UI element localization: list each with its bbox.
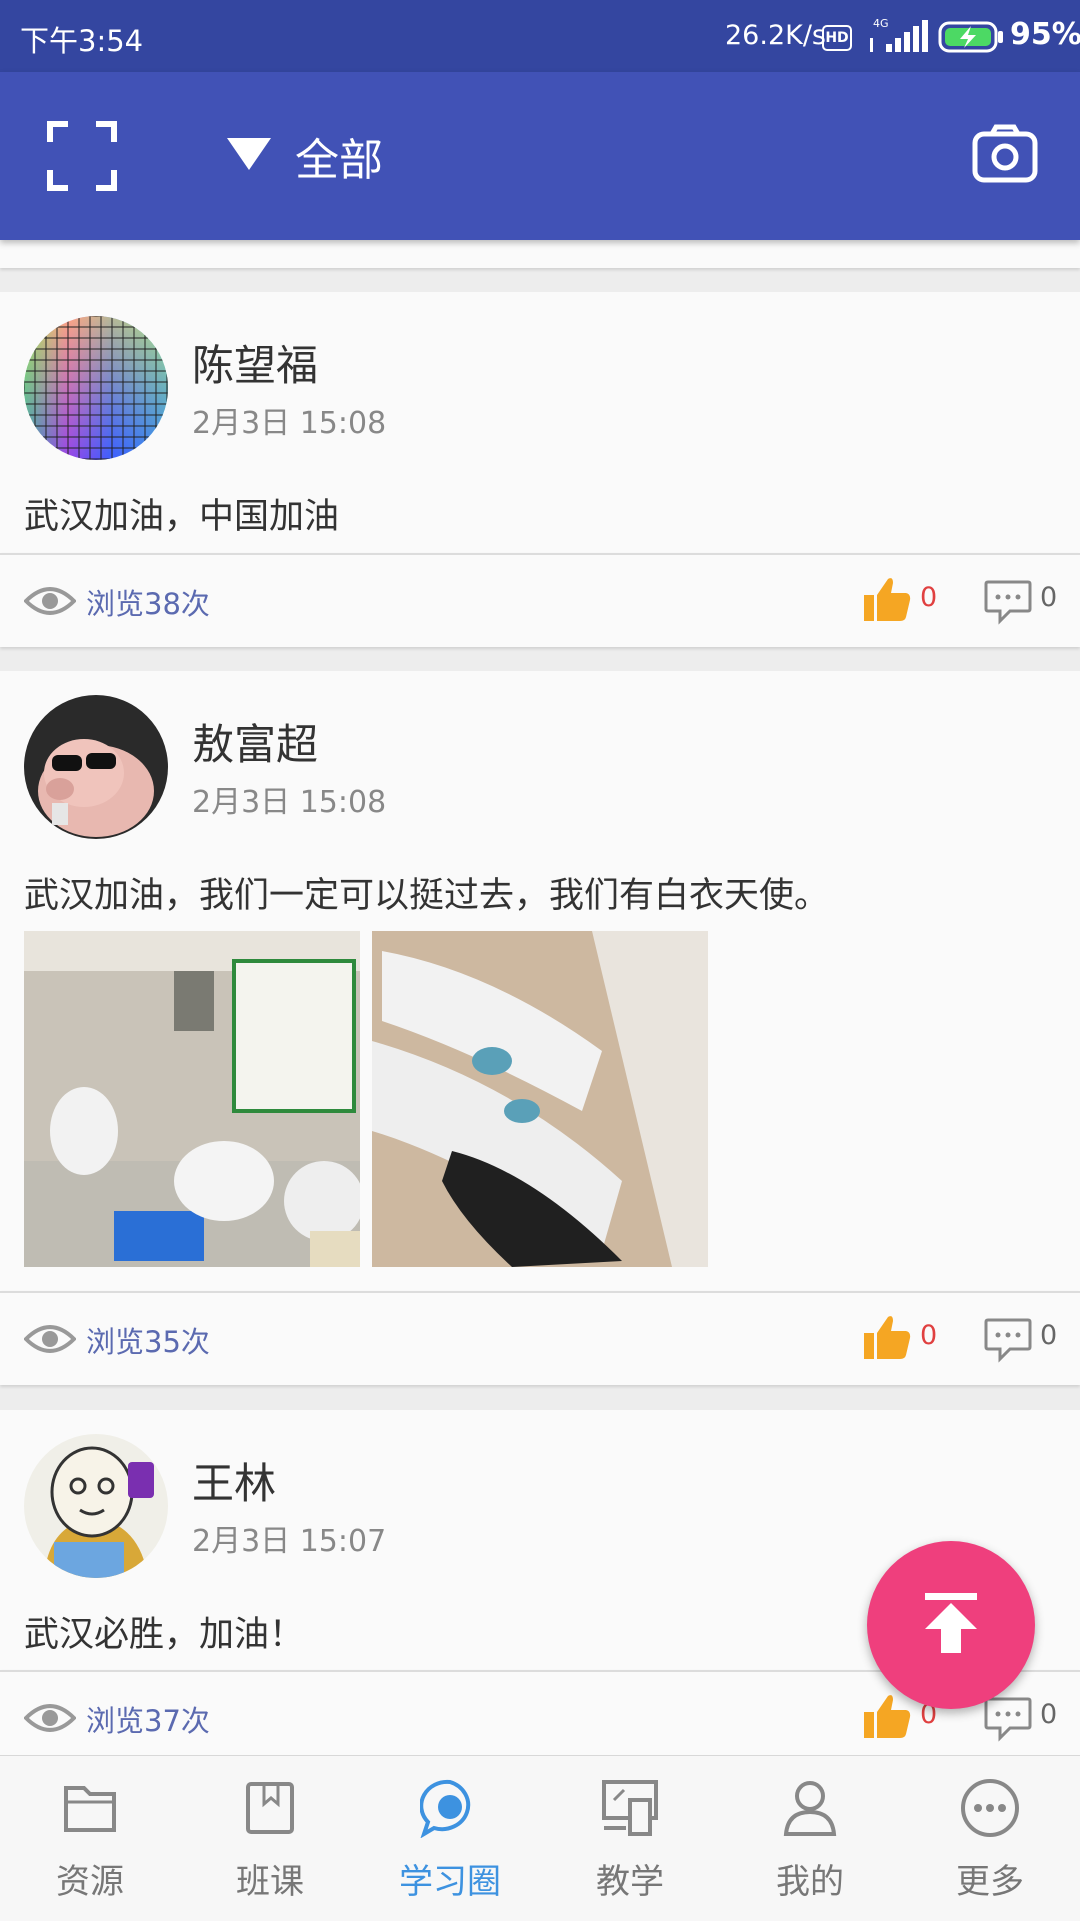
author-name[interactable]: 敖富超 [192, 711, 318, 772]
post-footer: 浏览38次 0 0 [0, 553, 1080, 647]
camera-icon[interactable] [972, 124, 1038, 188]
photo-grid [24, 931, 720, 1267]
network-type-label: 4G [873, 17, 889, 30]
filter-label: 全部 [295, 135, 383, 186]
post-photo[interactable] [24, 931, 360, 1267]
book-icon [240, 1778, 300, 1838]
dropdown-triangle-icon [225, 136, 273, 176]
thumbs-up-icon[interactable] [862, 1313, 912, 1365]
eye-icon [23, 1319, 77, 1363]
nav-item-teaching[interactable]: 教学 [540, 1756, 720, 1921]
person-icon [780, 1778, 840, 1838]
post-time: 2月3日 15:08 [192, 406, 387, 441]
signal-icon: 4G [866, 16, 928, 60]
post-photo[interactable] [372, 931, 708, 1267]
status-bar: 下午3:54 26.2K/s HD 4G 95% [0, 0, 1080, 72]
thumbs-up-icon[interactable] [862, 575, 912, 627]
comment-icon[interactable] [984, 1317, 1032, 1367]
nav-label: 班课 [236, 1862, 304, 1902]
folder-icon [60, 1778, 120, 1838]
nav-item-study-circle[interactable]: 学习圈 [360, 1756, 540, 1921]
post-content: 武汉加油，我们一定可以挺过去，我们有白衣天使。 [24, 876, 830, 916]
comment-count: 0 [1040, 1320, 1058, 1351]
post-card: 陈望福 2月3日 15:08 武汉加油，中国加油 [0, 292, 1080, 555]
nav-label: 学习圈 [399, 1862, 501, 1902]
post-content: 武汉加油，中国加油 [24, 497, 340, 537]
battery-percent: 95% [1010, 17, 1080, 52]
post-time: 2月3日 15:07 [192, 1524, 387, 1559]
devices-icon [600, 1778, 660, 1838]
avatar[interactable] [24, 316, 168, 460]
view-count: 浏览37次 [86, 1704, 210, 1738]
post-card: 敖富超 2月3日 15:08 武汉加油，我们一定可以挺过去，我们有白衣天使。 [0, 671, 1080, 1291]
view-count: 浏览35次 [86, 1325, 210, 1359]
nav-item-resources[interactable]: 资源 [0, 1756, 180, 1921]
more-icon [960, 1778, 1020, 1838]
comment-count: 0 [1040, 582, 1058, 613]
nav-label: 我的 [776, 1862, 844, 1902]
chat-bubble-icon [419, 1778, 480, 1839]
author-name[interactable]: 王林 [192, 1450, 276, 1511]
post-content: 武汉必胜，加油！ [24, 1615, 305, 1655]
nav-label: 资源 [56, 1862, 124, 1902]
like-count: 0 [920, 582, 938, 613]
filter-dropdown[interactable]: 全部 [225, 124, 383, 188]
nav-label: 教学 [596, 1862, 664, 1902]
nav-item-me[interactable]: 我的 [720, 1756, 900, 1921]
network-speed: 26.2K/s [725, 20, 826, 51]
post-time: 2月3日 15:08 [192, 785, 387, 820]
eye-icon [23, 1698, 77, 1742]
comment-icon[interactable] [984, 1696, 1032, 1746]
bottom-nav: 资源 班课 学习圈 教学 我的 更多 [0, 1755, 1080, 1921]
scroll-to-top-button[interactable] [867, 1541, 1035, 1709]
like-count: 0 [920, 1320, 938, 1351]
comment-count: 0 [1040, 1699, 1058, 1730]
arrow-to-top-icon [919, 1591, 983, 1659]
nav-item-more[interactable]: 更多 [900, 1756, 1080, 1921]
comment-icon[interactable] [984, 579, 1032, 629]
scan-icon[interactable] [46, 120, 118, 196]
status-time: 下午3:54 [20, 24, 144, 58]
avatar[interactable] [24, 695, 168, 839]
view-count: 浏览38次 [86, 587, 210, 621]
thumbs-up-icon[interactable] [862, 1692, 912, 1744]
app-bar: 全部 [0, 72, 1080, 240]
post-footer: 浏览35次 0 0 [0, 1291, 1080, 1385]
nav-label: 更多 [956, 1862, 1024, 1902]
author-name[interactable]: 陈望福 [192, 332, 318, 393]
eye-icon [23, 581, 77, 625]
nav-item-classes[interactable]: 班课 [180, 1756, 360, 1921]
hd-badge: HD [822, 25, 852, 51]
battery-icon [938, 20, 1004, 58]
avatar[interactable] [24, 1434, 168, 1578]
